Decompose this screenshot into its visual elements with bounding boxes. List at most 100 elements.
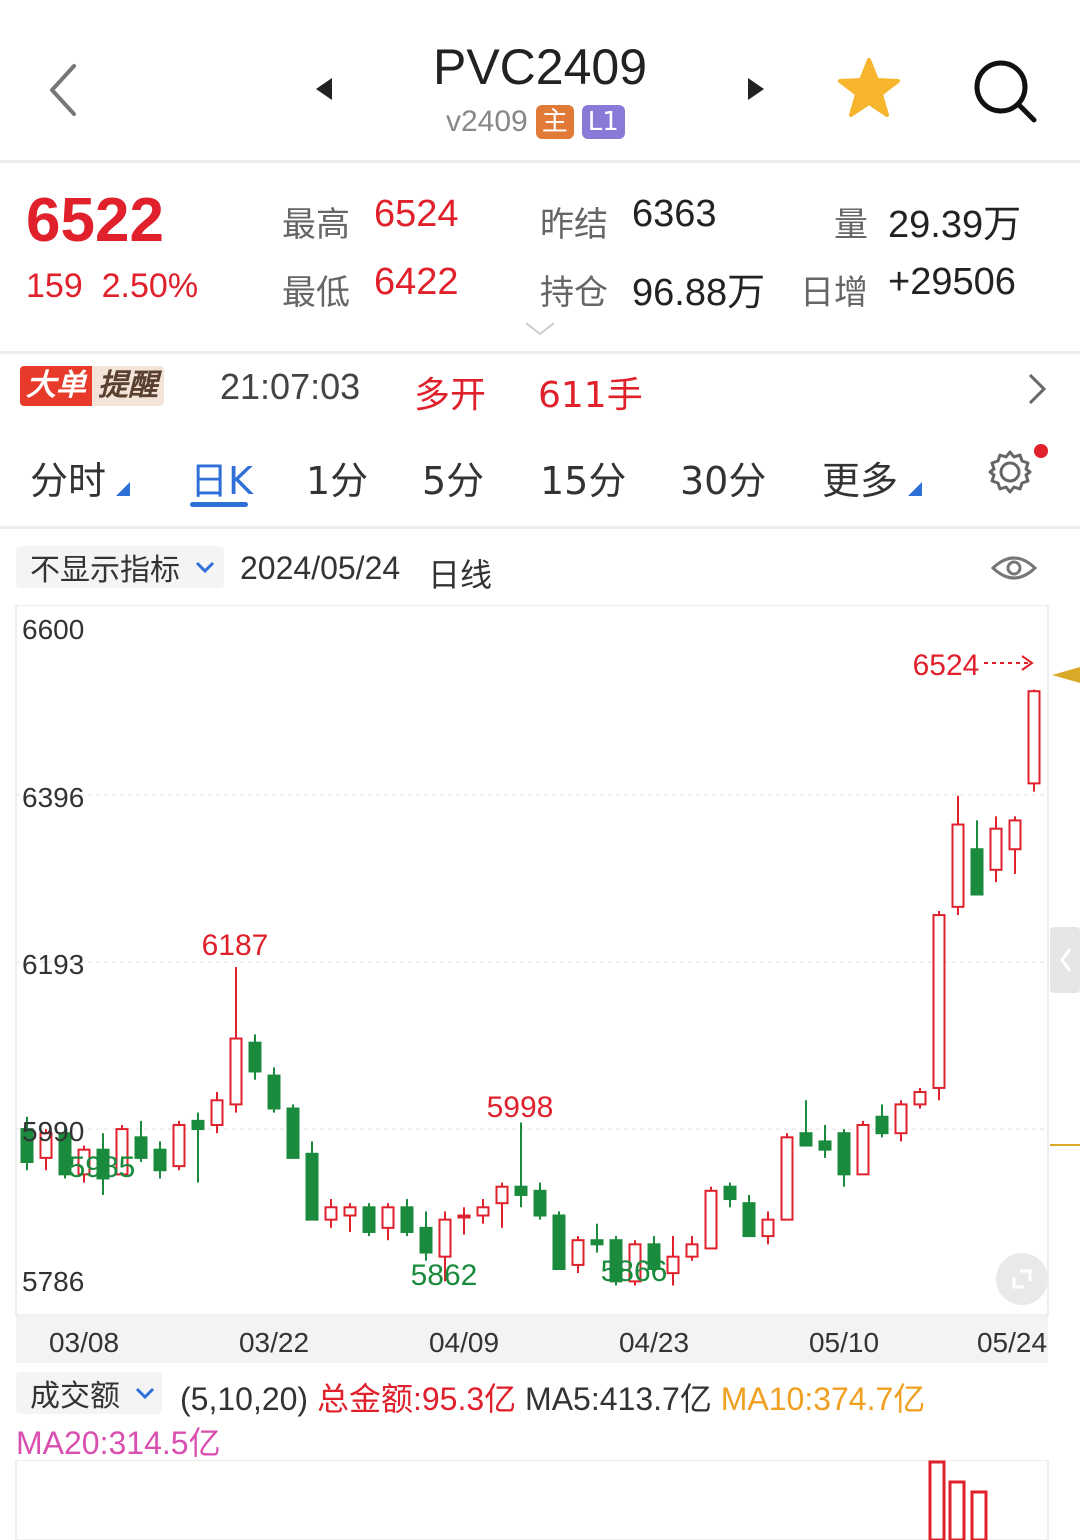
candle [780,1133,794,1221]
x-tick-label: 04/09 [429,1327,499,1358]
candle [704,1186,718,1250]
low-value: 6422 [374,261,459,303]
alert-quantity: 611手 [538,375,643,416]
next-contract-icon[interactable] [744,74,768,104]
volume-chart [15,1460,1049,1540]
tab-intraday[interactable]: 分时 [30,450,106,505]
candle-body [552,1214,566,1271]
volume-bar [948,1480,966,1540]
quote-panel: 6522 159 2.50% 最高 6524 最低 6422 昨结 6363 持… [0,163,1080,351]
tab-daily-k[interactable]: 日K [190,450,253,505]
candle-body [324,1206,338,1221]
eye-icon[interactable] [990,550,1038,586]
chevron-right-icon[interactable] [1026,372,1048,406]
annotation-low-1: 5862 [411,1259,478,1292]
candle-body [1027,690,1041,785]
tab-intraday-dropdown-icon [116,482,130,496]
main-contract-badge: 主 [535,105,574,139]
candle-body [533,1189,547,1217]
price-change: 159 2.50% [26,267,198,306]
candle [932,910,946,1101]
candle-body [590,1239,604,1246]
tab-15min[interactable]: 15分 [540,450,626,505]
favorite-star-icon[interactable] [836,56,902,122]
candle [514,1122,528,1208]
candle-body [362,1206,376,1233]
x-tick-label: 03/22 [239,1327,309,1358]
y-tick-label: 6396 [22,782,84,813]
annotation-low-2: 5866 [601,1255,668,1288]
search-icon[interactable] [970,56,1040,126]
y-tick-label: 6600 [22,614,84,645]
alert-action: 多开 [414,375,487,416]
volume-ma10: MA10:374.7亿 [720,1381,926,1417]
candle-body [989,827,1003,871]
tab-30min[interactable]: 30分 [680,450,766,505]
candle-body [837,1132,851,1176]
chevron-down-icon [195,561,215,574]
candle-body [305,1152,319,1221]
x-tick-label: 04/23 [619,1327,689,1358]
previous-contract-icon[interactable] [312,74,336,104]
low-label: 最低 [282,273,350,313]
x-tick-label: 05/10 [809,1327,879,1358]
y-tick-label: 5786 [22,1266,84,1297]
large-order-alert-bar[interactable]: 大单 提醒 21:07:03 多开 611手 [0,351,1080,423]
annotation-low-start: 5985 [69,1151,136,1184]
candle [1027,689,1041,792]
candle [856,1120,870,1176]
candle [324,1199,338,1228]
candle-body [742,1202,756,1238]
side-panel-tab [1050,927,1080,993]
candle [134,1120,148,1163]
candle-body [210,1099,224,1126]
annotation-high: 6524 [913,649,980,682]
prev-settle-label: 昨结 [540,205,608,245]
candle-body [153,1148,167,1172]
annotation-peak-1: 6187 [202,929,269,962]
candle-body [381,1206,395,1229]
indicator-dropdown[interactable]: 不显示指标 [16,546,224,588]
candle [229,966,243,1113]
candle-body [457,1214,471,1219]
last-price: 6522 [26,186,164,255]
high-value: 6524 [374,193,459,235]
candle [590,1223,604,1253]
candle-body [267,1074,281,1110]
y-tick-label: 6193 [22,949,84,980]
settings-gear-icon[interactable] [986,448,1034,496]
candle-body [476,1206,490,1217]
tab-5min[interactable]: 5分 [422,450,484,505]
candle-body [571,1239,585,1266]
chevron-down-icon [135,1387,155,1400]
candle-body [970,848,984,896]
candle [894,1100,908,1142]
kline-chart[interactable]: 6600 6396 6193 5990 5786 03/08 03/22 04/09 04/23… [0,605,1080,1365]
candle-body [932,914,946,1089]
candle [989,816,1003,883]
candle [818,1124,832,1158]
candle-body [514,1185,528,1196]
candle [343,1203,357,1232]
tab-more[interactable]: 更多 [822,450,898,505]
change-value: 159 [26,267,83,305]
candle-body [704,1189,718,1250]
candle [837,1129,851,1187]
open-interest-label: 持仓 [540,273,608,313]
alert-time: 21:07:03 [220,366,361,407]
volume-total: 总金额:95.3亿 [316,1381,517,1417]
candle-body [818,1140,832,1151]
back-arrow-icon[interactable] [42,60,82,120]
candle [875,1104,889,1138]
large-order-alert-badge: 大单 提醒 [20,366,164,406]
daily-change-label: 日增 [800,273,868,313]
volume-indicator-dropdown[interactable]: 成交额 [16,1372,162,1414]
candle [723,1182,737,1208]
candle-body [723,1185,737,1201]
candle [267,1067,281,1113]
period-tabs: 分时 日K 1分 5分 15分 30分 更多 [0,420,1080,529]
annotation-peak-2: 5998 [487,1091,554,1124]
expand-chevron-icon[interactable] [524,321,556,337]
volume-label: 量 [834,205,868,245]
tab-1min[interactable]: 1分 [306,450,368,505]
